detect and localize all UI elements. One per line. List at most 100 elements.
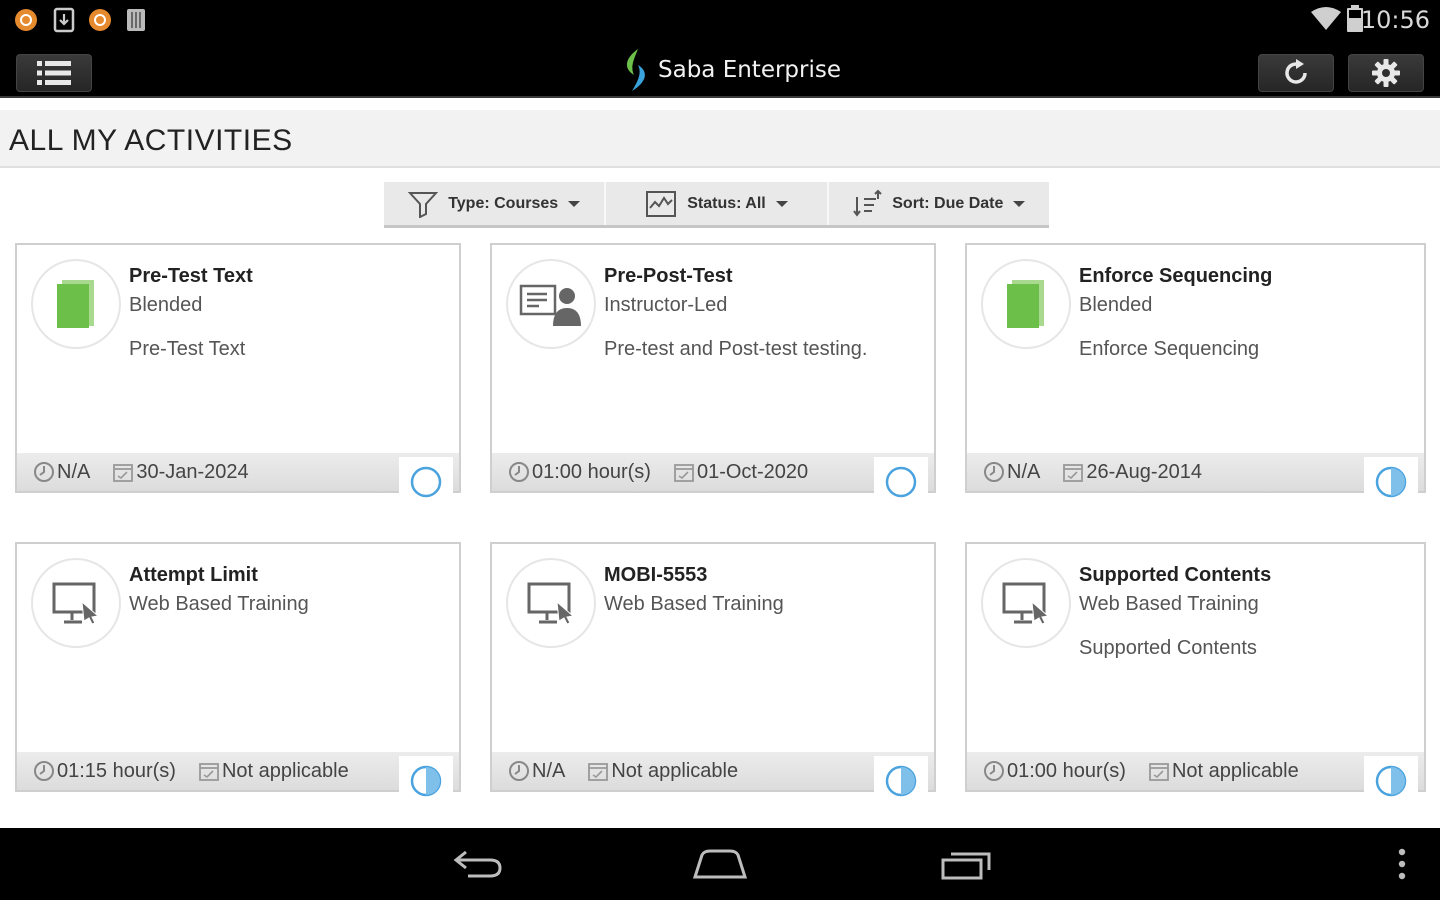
monitor-icon bbox=[1002, 582, 1050, 625]
activity-duration: N/A bbox=[532, 759, 566, 782]
activity-card[interactable]: Pre-Post-Test Instructor-Led Pre-test an… bbox=[490, 243, 936, 525]
progress-ribbon[interactable] bbox=[874, 756, 928, 824]
app-notification-icon bbox=[15, 9, 37, 31]
filter-bar: Type: Courses Status: All Sort: Due Date bbox=[384, 182, 1049, 228]
app-title: Saba Enterprise bbox=[658, 57, 842, 83]
activity-meta: 01:00 hour(s) Not applicable bbox=[967, 752, 1424, 790]
circle-half-icon bbox=[410, 765, 442, 797]
app-branding: Saba Enterprise bbox=[620, 48, 841, 92]
progress-ribbon[interactable] bbox=[874, 457, 928, 525]
activity-duration: 01:15 hour(s) bbox=[57, 759, 176, 782]
status-filter-label: Status: All bbox=[687, 194, 766, 212]
clock-icon bbox=[509, 761, 529, 781]
activity-card[interactable]: Attempt Limit Web Based Training 01:15 h… bbox=[15, 542, 461, 824]
sort-label: Sort: Due Date bbox=[892, 194, 1004, 212]
activity-type: Instructor-Led bbox=[604, 294, 728, 316]
activity-icon-frame bbox=[981, 558, 1071, 648]
activity-meta: N/A 30-Jan-2024 bbox=[17, 453, 459, 491]
activity-card[interactable]: Supported Contents Web Based Training Su… bbox=[965, 542, 1426, 824]
activity-due-date: Not applicable bbox=[611, 759, 739, 782]
saba-logo-icon bbox=[626, 49, 645, 91]
calendar-icon bbox=[113, 464, 134, 482]
refresh-icon bbox=[1285, 59, 1307, 84]
calendar-icon bbox=[588, 763, 609, 781]
system-nav-bar bbox=[0, 828, 1440, 900]
status-bar: 10:56 bbox=[0, 0, 1440, 40]
activity-type: Web Based Training bbox=[1079, 593, 1259, 615]
sort-dropdown[interactable]: Sort: Due Date bbox=[829, 182, 1049, 225]
activity-card[interactable]: Pre-Test Text Blended Pre-Test Text N/A … bbox=[15, 243, 461, 525]
activity-title: Pre-Post-Test bbox=[604, 265, 733, 287]
calendar-icon bbox=[199, 763, 219, 781]
circle-half-icon bbox=[885, 765, 917, 797]
progress-ribbon[interactable] bbox=[399, 756, 453, 824]
progress-ribbon[interactable] bbox=[1364, 756, 1418, 824]
recent-apps-icon bbox=[941, 852, 991, 880]
circle-half-icon bbox=[1375, 466, 1407, 498]
activity-description: Supported Contents bbox=[1079, 637, 1257, 659]
chevron-down-icon bbox=[775, 200, 788, 207]
activity-duration: 01:00 hour(s) bbox=[532, 460, 651, 483]
app-bar: Saba Enterprise bbox=[0, 40, 1440, 98]
clock-icon bbox=[34, 462, 54, 482]
activity-title: Pre-Test Text bbox=[129, 265, 253, 287]
activity-type: Blended bbox=[129, 294, 203, 316]
clock-icon bbox=[984, 462, 1004, 482]
activity-duration: N/A bbox=[57, 460, 91, 483]
back-icon bbox=[453, 850, 502, 878]
activity-title: MOBI-5553 bbox=[604, 564, 708, 586]
activity-due-date: 30-Jan-2024 bbox=[136, 460, 249, 483]
refresh-button[interactable] bbox=[1258, 54, 1334, 92]
back-button[interactable] bbox=[448, 844, 508, 884]
activity-duration: 01:00 hour(s) bbox=[1007, 759, 1126, 782]
sort-icon bbox=[853, 189, 882, 217]
chevron-down-icon bbox=[568, 200, 581, 207]
settings-button[interactable] bbox=[1348, 54, 1424, 92]
activity-chart-icon bbox=[646, 190, 677, 217]
home-button[interactable] bbox=[690, 844, 750, 884]
calendar-icon bbox=[1063, 464, 1084, 482]
activity-description: Enforce Sequencing bbox=[1079, 338, 1260, 360]
recent-apps-button[interactable] bbox=[936, 844, 996, 884]
activity-type: Web Based Training bbox=[129, 593, 309, 615]
activity-meta: N/A Not applicable bbox=[492, 752, 934, 790]
activity-description: Pre-Test Text bbox=[129, 338, 246, 360]
status-filter-dropdown[interactable]: Status: All bbox=[606, 182, 829, 225]
gear-icon bbox=[1372, 59, 1400, 87]
circle-empty-icon bbox=[410, 466, 442, 498]
storage-notification-icon bbox=[127, 9, 145, 31]
activity-title: Attempt Limit bbox=[129, 564, 258, 586]
monitor-icon bbox=[527, 582, 575, 625]
activity-meta: 01:15 hour(s) Not applicable bbox=[17, 752, 459, 790]
activity-icon-frame bbox=[506, 558, 596, 648]
overflow-menu-button[interactable] bbox=[1392, 844, 1412, 884]
clock-icon bbox=[984, 761, 1004, 781]
activity-due-date: 01-Oct-2020 bbox=[696, 460, 809, 483]
wifi-icon bbox=[1311, 7, 1341, 30]
page-header: ALL MY ACTIVITIES bbox=[0, 110, 1440, 168]
activity-type: Blended bbox=[1079, 294, 1153, 316]
calendar-icon bbox=[674, 464, 694, 482]
activity-type: Web Based Training bbox=[604, 593, 784, 615]
clock-icon bbox=[509, 462, 529, 482]
circle-half-icon bbox=[1375, 765, 1407, 797]
book-icon bbox=[1007, 280, 1044, 328]
funnel-icon bbox=[408, 191, 439, 218]
download-notification-icon bbox=[53, 7, 75, 33]
calendar-icon bbox=[1149, 763, 1169, 781]
activity-duration: N/A bbox=[1007, 460, 1041, 483]
activity-due-date: 26-Aug-2014 bbox=[1086, 460, 1202, 483]
clock-icon bbox=[34, 761, 54, 781]
chevron-down-icon bbox=[1013, 200, 1026, 207]
activity-icon-frame bbox=[506, 259, 596, 349]
circle-empty-icon bbox=[885, 466, 917, 498]
app-notification-icon bbox=[89, 9, 111, 31]
activity-card[interactable]: Enforce Sequencing Blended Enforce Seque… bbox=[965, 243, 1426, 525]
progress-ribbon[interactable] bbox=[399, 457, 453, 525]
activity-card[interactable]: MOBI-5553 Web Based Training N/A Not app… bbox=[490, 542, 936, 824]
activity-title: Supported Contents bbox=[1079, 564, 1272, 586]
type-filter-dropdown[interactable]: Type: Courses bbox=[384, 182, 607, 225]
progress-ribbon[interactable] bbox=[1364, 457, 1418, 525]
menu-button[interactable] bbox=[16, 54, 92, 92]
page-title: ALL MY ACTIVITIES bbox=[9, 124, 293, 157]
